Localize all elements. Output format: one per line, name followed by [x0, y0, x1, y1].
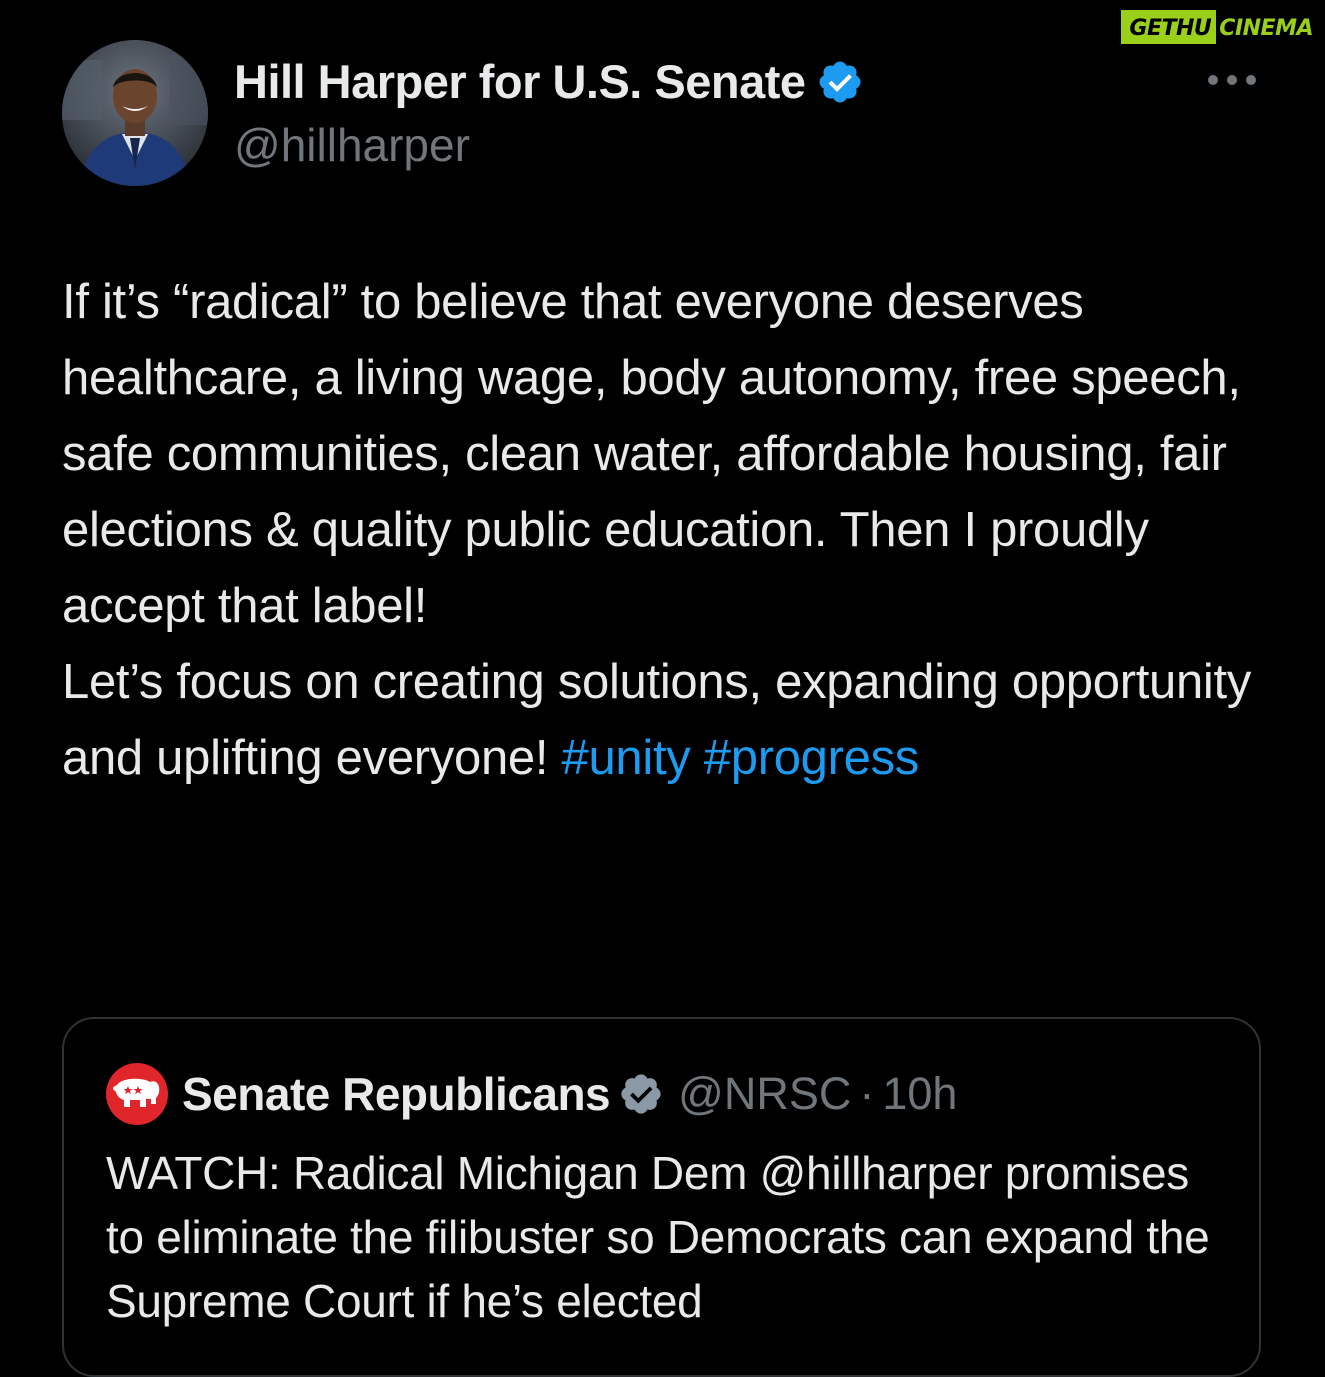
more-dot [1208, 75, 1218, 85]
verified-badge-icon [621, 1074, 661, 1114]
author-display-name[interactable]: Hill Harper for U.S. Senate [234, 54, 806, 109]
verified-badge-icon [819, 61, 861, 102]
quoted-display-name[interactable]: Senate Republicans [182, 1067, 611, 1121]
meta-separator: · [859, 1068, 875, 1119]
author-handle[interactable]: @hillharper [234, 118, 470, 172]
quoted-timestamp[interactable]: 10h [882, 1068, 957, 1120]
quoted-tweet-header: Senate Republicans @NRSC · 10h [106, 1063, 957, 1125]
tweet-paragraph-2: Let’s focus on creating solutions, expan… [62, 644, 1272, 796]
quoted-tweet-card[interactable]: Senate Republicans @NRSC · 10h WATCH: Ra… [62, 1017, 1261, 1377]
tweet-paragraph-1: If it’s “radical” to believe that everyo… [62, 275, 1241, 633]
hashtag-link[interactable]: #unity [562, 731, 691, 785]
tweet-text: If it’s “radical” to believe that everyo… [62, 264, 1272, 796]
more-dot [1227, 75, 1237, 85]
gop-elephant-icon[interactable] [106, 1063, 168, 1125]
more-dot [1246, 75, 1256, 85]
tweet-header: Hill Harper for U.S. Senate @hillharper [62, 40, 1262, 190]
watermark-left: GETHU [1121, 10, 1217, 44]
channel-watermark: GETHU CINEMA [1121, 10, 1319, 44]
hashtag-link[interactable]: #progress [704, 731, 920, 785]
quoted-tweet-text: WATCH: Radical Michigan Dem @hillharper … [106, 1147, 1210, 1327]
author-name-row: Hill Harper for U.S. Senate [234, 54, 864, 109]
author-avatar[interactable] [62, 40, 208, 186]
watermark-right: CINEMA [1216, 10, 1319, 44]
more-options-icon[interactable] [1208, 68, 1256, 92]
quoted-handle[interactable]: @NRSC [678, 1068, 851, 1120]
